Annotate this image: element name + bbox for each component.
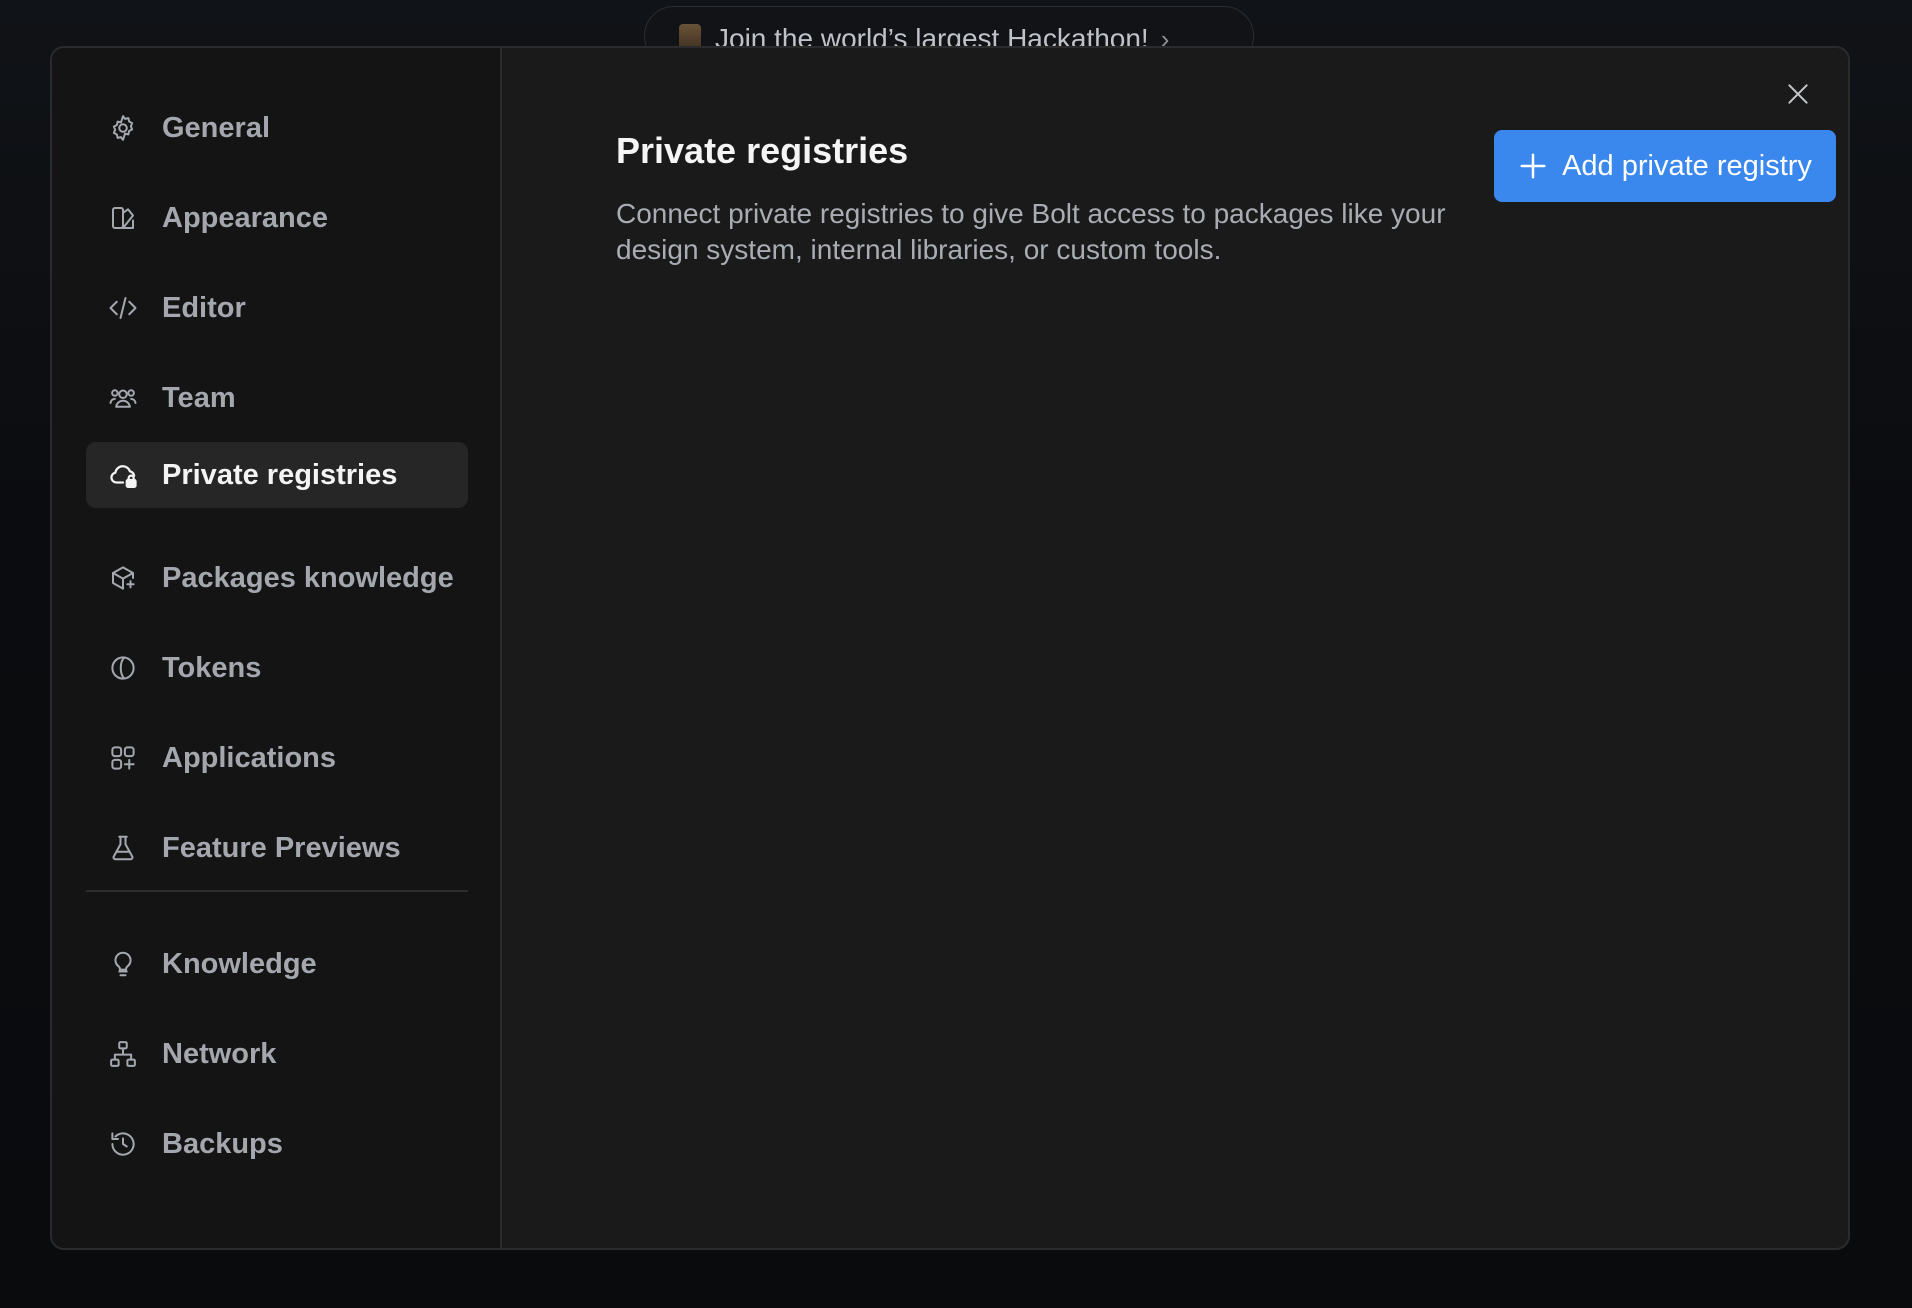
history-icon	[106, 1127, 140, 1161]
cloud-lock-icon	[106, 458, 140, 492]
sidebar-item-applications[interactable]: Applications	[86, 725, 468, 791]
sidebar-item-team[interactable]: Team	[86, 365, 468, 431]
sidebar-item-label: Network	[162, 1037, 277, 1070]
settings-modal: General Appearance Editor Team Private r…	[50, 46, 1850, 1250]
sidebar-item-label: Appearance	[162, 201, 329, 234]
sidebar-item-label: Tokens	[162, 651, 262, 684]
sidebar-divider	[86, 890, 468, 892]
page-description: Connect private registries to give Bolt …	[616, 198, 1446, 265]
settings-sidebar: General Appearance Editor Team Private r…	[52, 48, 502, 1248]
sidebar-item-label: Backups	[162, 1127, 283, 1160]
sidebar-item-knowledge[interactable]: Knowledge	[86, 931, 468, 997]
sidebar-item-label: General	[162, 111, 270, 144]
sidebar-item-label: Applications	[162, 741, 337, 774]
sidebar-item-label: Private registries	[162, 458, 398, 491]
add-private-registry-label: Add private registry	[1562, 149, 1812, 182]
sidebar-item-label: Knowledge	[162, 947, 317, 980]
apps-icon	[106, 741, 140, 775]
gear-icon	[106, 111, 140, 145]
package-icon	[106, 561, 140, 595]
code-icon	[106, 291, 140, 325]
sidebar-item-tokens[interactable]: Tokens	[86, 635, 468, 701]
sidebar-item-feature-previews[interactable]: Feature Previews	[86, 815, 468, 881]
close-button[interactable]	[1778, 74, 1818, 114]
network-icon	[106, 1037, 140, 1071]
add-private-registry-button[interactable]: Add private registry	[1494, 130, 1836, 202]
sidebar-item-editor[interactable]: Editor	[86, 275, 468, 341]
sidebar-item-label: Editor	[162, 291, 246, 324]
sidebar-item-appearance[interactable]: Appearance	[86, 185, 468, 251]
token-icon	[106, 651, 140, 685]
sidebar-item-private-registries[interactable]: Private registries	[86, 442, 468, 508]
sidebar-item-label: Packages knowledge	[162, 561, 454, 594]
settings-content: Private registries Connect private regis…	[502, 48, 1848, 1248]
page-title: Private registries	[616, 130, 909, 171]
plus-icon	[1520, 153, 1546, 179]
sidebar-item-label: Feature Previews	[162, 831, 401, 864]
sidebar-item-network[interactable]: Network	[86, 1021, 468, 1087]
appearance-icon	[106, 201, 140, 235]
close-icon	[1788, 84, 1808, 104]
sidebar-item-packages-knowledge[interactable]: Packages knowledge	[86, 545, 468, 611]
sidebar-item-backups[interactable]: Backups	[86, 1111, 468, 1177]
flask-icon	[106, 831, 140, 865]
sidebar-item-label: Team	[162, 381, 236, 414]
lightbulb-icon	[106, 947, 140, 981]
team-icon	[106, 381, 140, 415]
sidebar-item-general[interactable]: General	[86, 95, 468, 161]
